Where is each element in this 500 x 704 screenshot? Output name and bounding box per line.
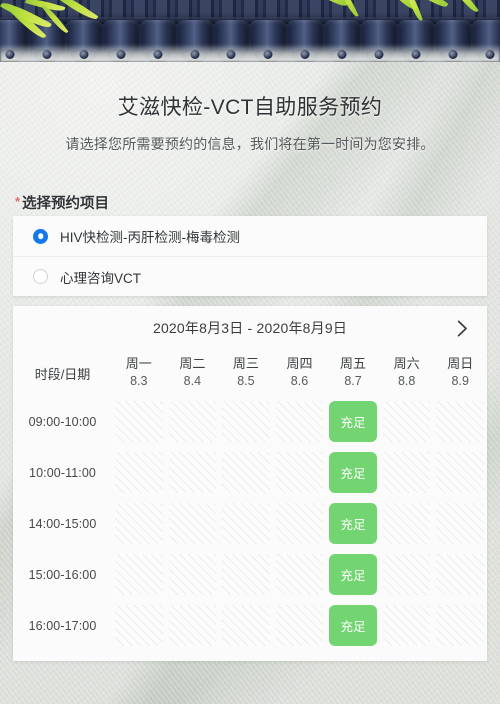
roof-banner-image <box>0 0 500 62</box>
column-weekday: 周二 <box>179 355 206 371</box>
slot-unavailable <box>168 605 217 646</box>
column-weekday: 周三 <box>232 355 259 371</box>
slot-unavailable <box>222 554 270 595</box>
column-date: 8.7 <box>344 374 362 389</box>
slot-unavailable <box>436 554 484 595</box>
page-title: 艾滋快检-VCT自助服务预约 <box>117 96 383 119</box>
schedule-column-header-6: 周六 8.8 <box>380 355 434 391</box>
schedule-column-header-5: 周五 8.7 <box>326 355 380 391</box>
hero-header: 艾滋快检-VCT自助服务预约 请选择您所需要预约的信息，我们将在第一时间为您安排… <box>0 62 500 154</box>
slot-unavailable <box>275 401 324 442</box>
slot-unavailable <box>115 605 163 646</box>
schedule-row: 16:00-17:00 充足 <box>13 600 487 651</box>
column-date: 8.8 <box>397 374 416 389</box>
column-weekday: 周一 <box>125 355 152 371</box>
column-weekday: 周四 <box>286 355 313 371</box>
page-root: 艾滋快检-VCT自助服务预约 请选择您所需要预约的信息，我们将在第一时间为您安排… <box>0 0 500 704</box>
schedule-row: 14:00-15:00 充足 <box>13 498 487 549</box>
column-date: 8.4 <box>183 374 202 389</box>
column-date: 8.9 <box>451 374 469 389</box>
column-weekday: 周日 <box>447 355 474 371</box>
schedule-card: 2020年8月3日 - 2020年8月9日 时段/日期 周一 8.3 周二 8.4 周三… <box>13 306 487 661</box>
time-slot-label: 10:00-11:00 <box>29 465 96 480</box>
slot-available[interactable]: 充足 <box>329 605 377 646</box>
schedule-column-header-1: 周一 8.3 <box>112 355 166 391</box>
radio-option-hiv-label: HIV快检测-丙肝检测-梅毒检测 <box>60 230 240 245</box>
schedule-row: 10:00-11:00 充足 <box>13 447 487 498</box>
slot-unavailable <box>436 503 484 544</box>
schedule-row: 09:00-10:00 充足 <box>13 396 487 447</box>
radio-option-hiv[interactable]: HIV快检测-丙肝检测-梅毒检测 <box>13 216 487 256</box>
slot-unavailable <box>115 401 163 442</box>
schedule-row: 15:00-16:00 充足 <box>13 549 487 600</box>
slot-unavailable <box>275 503 324 544</box>
slot-unavailable <box>222 503 270 544</box>
slot-unavailable <box>382 452 431 493</box>
slot-unavailable <box>168 554 217 595</box>
time-slot-label: 14:00-15:00 <box>28 516 97 531</box>
banner-fade <box>0 44 500 62</box>
slot-unavailable <box>275 452 324 493</box>
project-options-card: HIV快检测-丙肝检测-梅毒检测 心理咨询VCT <box>13 216 487 296</box>
slot-unavailable <box>275 605 324 646</box>
time-slot-label: 15:00-16:00 <box>28 567 97 582</box>
slot-unavailable <box>382 401 431 442</box>
schedule-column-header-2: 周二 8.4 <box>166 355 220 391</box>
required-asterisk: * <box>15 194 21 209</box>
week-range-label: 2020年8月3日 - 2020年8月9日 <box>152 320 348 336</box>
schedule-body: 09:00-10:00 充足 10:00-11:00 充足 14:00-15:00 充足 1… <box>13 396 487 651</box>
radio-selected-icon[interactable] <box>33 228 48 244</box>
slot-unavailable <box>168 503 217 544</box>
slot-unavailable <box>382 605 431 646</box>
week-navigation-bar: 2020年8月3日 - 2020年8月9日 <box>13 306 487 350</box>
slot-unavailable <box>115 554 163 595</box>
radio-option-vct[interactable]: 心理咨询VCT <box>13 256 487 296</box>
slot-unavailable <box>382 554 431 595</box>
project-section-label: * 选择预约项目 <box>15 192 109 213</box>
schedule-column-header-7: 周日 8.9 <box>433 355 487 391</box>
column-date: 8.3 <box>130 374 148 389</box>
slot-unavailable <box>168 401 217 442</box>
slot-unavailable <box>436 452 484 493</box>
slot-unavailable <box>436 605 484 646</box>
slot-unavailable <box>115 503 163 544</box>
column-date: 8.5 <box>237 374 255 389</box>
slot-unavailable <box>222 452 270 493</box>
time-slot-label: 09:00-10:00 <box>28 414 97 429</box>
schedule-header-row: 时段/日期 周一 8.3 周二 8.4 周三 8.5 周四 8.6 周五 8.7 周六 8.8 周日 8.… <box>13 350 487 396</box>
slot-unavailable <box>115 452 163 493</box>
schedule-corner-header: 时段/日期 <box>34 366 91 382</box>
slot-available[interactable]: 充足 <box>329 503 377 544</box>
slot-unavailable <box>275 554 324 595</box>
column-date: 8.6 <box>290 374 309 389</box>
slot-unavailable <box>168 452 217 493</box>
slot-unavailable <box>436 401 484 442</box>
column-weekday: 周五 <box>340 355 367 371</box>
slot-available[interactable]: 充足 <box>329 401 377 442</box>
slot-available[interactable]: 充足 <box>329 452 377 493</box>
project-section-label-text: 选择预约项目 <box>22 196 110 212</box>
radio-option-vct-label: 心理咨询VCT <box>60 270 141 286</box>
time-slot-label: 16:00-17:00 <box>28 618 97 633</box>
slot-available[interactable]: 充足 <box>329 554 377 595</box>
radio-unselected-icon[interactable] <box>33 269 48 284</box>
slot-unavailable <box>222 605 270 646</box>
chevron-right-icon[interactable] <box>451 317 473 339</box>
schedule-column-header-4: 周四 8.6 <box>273 355 327 391</box>
slot-unavailable <box>382 503 431 544</box>
slot-unavailable <box>222 401 270 442</box>
column-weekday: 周六 <box>393 355 420 371</box>
page-subtitle: 请选择您所需要预约的信息，我们将在第一时间为您安排。 <box>65 136 435 153</box>
schedule-column-header-3: 周三 8.5 <box>219 355 273 391</box>
